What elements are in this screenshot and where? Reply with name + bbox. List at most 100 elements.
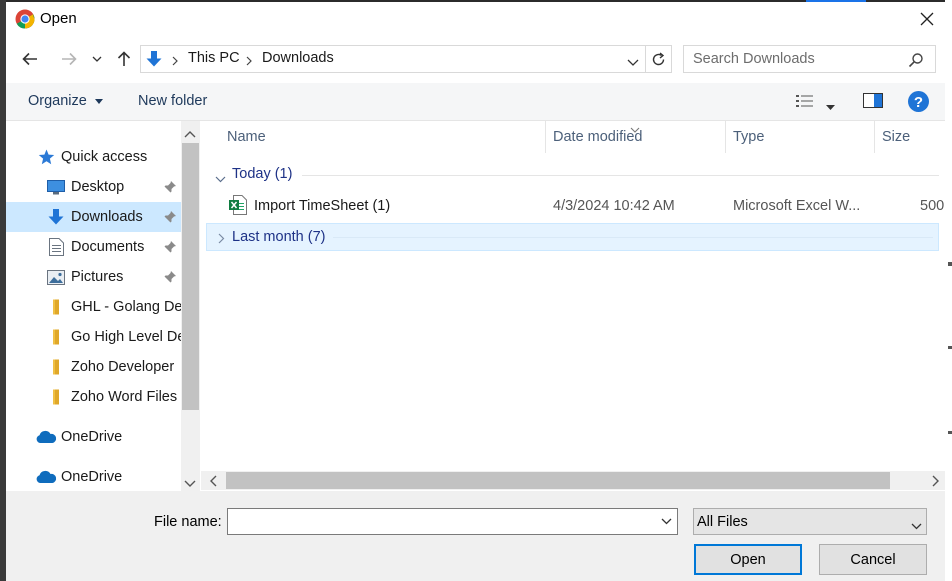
sidebar-item-downloads[interactable]: Downloads xyxy=(6,202,181,232)
column-header-name[interactable]: Name xyxy=(227,129,266,145)
breadcrumb-this-pc[interactable]: This PC xyxy=(188,50,240,66)
pin-icon xyxy=(164,241,176,253)
column-header-date-modified[interactable]: Date modified xyxy=(553,129,642,145)
pictures-icon xyxy=(47,268,65,286)
preview-pane-icon[interactable] xyxy=(863,93,883,108)
breadcrumb-separator-icon xyxy=(246,54,252,70)
organize-label: Organize xyxy=(28,93,87,109)
folder-icon xyxy=(47,298,65,316)
column-divider[interactable] xyxy=(545,121,546,153)
folder-icon xyxy=(47,388,65,406)
title-bar xyxy=(6,2,945,38)
scroll-up-icon[interactable] xyxy=(184,126,196,142)
view-options-dropdown[interactable] xyxy=(826,98,835,114)
chevron-down-icon xyxy=(215,171,226,187)
dialog-footer xyxy=(6,491,945,581)
breadcrumb-downloads[interactable]: Downloads xyxy=(262,50,334,66)
file-size: 500 xyxy=(920,198,945,214)
pin-icon xyxy=(164,271,176,283)
file-type: Microsoft Excel W... xyxy=(733,198,861,214)
sidebar-item-label: OneDrive xyxy=(61,469,123,485)
column-divider[interactable] xyxy=(874,121,875,153)
document-icon xyxy=(47,238,65,256)
cloud-icon xyxy=(35,428,57,446)
scroll-right-icon[interactable] xyxy=(932,475,940,491)
recent-locations-button[interactable] xyxy=(86,46,108,72)
organize-button[interactable]: Organize xyxy=(28,93,103,109)
pin-icon xyxy=(164,181,176,193)
group-header-last-month[interactable]: Last month (7) xyxy=(206,223,939,251)
arrow-up-icon xyxy=(117,51,131,66)
navigation-scrollbar-thumb[interactable] xyxy=(182,143,199,410)
file-name-label: File name: xyxy=(154,514,222,530)
sidebar-item-label: GHL - Golang Dev xyxy=(71,299,181,315)
folder-icon xyxy=(47,358,65,376)
file-name-input[interactable] xyxy=(227,508,678,535)
refresh-button[interactable] xyxy=(646,45,672,73)
help-icon[interactable]: ? xyxy=(908,91,929,112)
sidebar-item-label: Desktop xyxy=(71,179,125,195)
chevron-right-icon xyxy=(218,232,225,248)
dialog-title: Open xyxy=(40,10,77,27)
search-box[interactable]: Search Downloads xyxy=(683,45,936,73)
new-folder-button[interactable]: New folder xyxy=(138,93,207,109)
file-name-dropdown[interactable] xyxy=(655,509,677,534)
excel-icon xyxy=(229,195,247,219)
scroll-left-icon[interactable] xyxy=(209,475,217,491)
column-divider[interactable] xyxy=(725,121,726,153)
sidebar-item-label: Downloads xyxy=(71,209,143,225)
forward-button[interactable] xyxy=(56,46,82,72)
sidebar-item-label: Quick access xyxy=(61,149,148,165)
caret-down-icon xyxy=(94,98,103,104)
group-divider xyxy=(302,175,939,176)
cancel-button[interactable]: Cancel xyxy=(819,544,927,575)
star-icon xyxy=(37,148,55,166)
folder-icon xyxy=(47,328,65,346)
background-window-right xyxy=(945,0,952,581)
sidebar-item-label: Pictures xyxy=(71,269,124,285)
arrow-left-icon xyxy=(22,52,37,66)
back-button[interactable] xyxy=(17,46,43,72)
group-label: Last month (7) xyxy=(232,229,326,245)
group-label: Today (1) xyxy=(232,166,293,182)
sidebar-item-onedrive[interactable]: OneDrive xyxy=(6,422,181,452)
file-date-modified: 4/3/2024 10:42 AM xyxy=(553,198,675,214)
view-details-icon[interactable] xyxy=(795,93,815,109)
search-input[interactable]: Search Downloads xyxy=(693,51,815,67)
address-history-dropdown[interactable] xyxy=(627,55,639,71)
column-header-type[interactable]: Type xyxy=(733,129,764,145)
file-type-filter[interactable]: All Files xyxy=(693,508,927,535)
sidebar-item-folder[interactable]: Zoho Word Files xyxy=(6,382,181,412)
sidebar-item-pictures[interactable]: Pictures xyxy=(6,262,181,292)
sidebar-item-folder[interactable]: GHL - Golang Dev xyxy=(6,292,181,322)
sidebar-item-desktop[interactable]: Desktop xyxy=(6,172,181,202)
refresh-icon xyxy=(652,51,665,65)
scroll-down-icon[interactable] xyxy=(184,476,196,492)
chevron-down-icon xyxy=(911,518,922,534)
sidebar-item-folder[interactable]: Go High Level Dev xyxy=(6,322,181,352)
sidebar-item-quick-access[interactable]: Quick access xyxy=(6,142,181,172)
close-icon xyxy=(920,12,934,26)
sidebar-item-documents[interactable]: Documents xyxy=(6,232,181,262)
file-list-scrollbar-thumb[interactable] xyxy=(226,472,890,489)
sidebar-item-onedrive[interactable]: OneDrive xyxy=(6,462,181,492)
column-header-size[interactable]: Size xyxy=(882,129,910,145)
caret-down-icon xyxy=(826,105,835,110)
download-icon xyxy=(145,50,163,68)
close-button[interactable] xyxy=(910,5,944,33)
address-bar[interactable]: This PC Downloads xyxy=(140,45,646,73)
open-button[interactable]: Open xyxy=(694,544,802,575)
group-header-today[interactable]: Today (1) xyxy=(206,163,945,187)
sidebar-item-folder[interactable]: Zoho Developer xyxy=(6,352,181,382)
download-icon xyxy=(47,208,65,226)
breadcrumb-separator-icon xyxy=(172,54,178,70)
chevron-down-icon xyxy=(661,518,671,525)
group-divider xyxy=(333,237,933,238)
file-name: Import TimeSheet (1) xyxy=(254,198,391,214)
file-type-filter-value: All Files xyxy=(697,514,748,530)
sidebar-item-label: Zoho Word Files xyxy=(71,389,178,405)
up-button[interactable] xyxy=(111,46,137,72)
search-icon[interactable] xyxy=(908,52,924,72)
desktop-icon xyxy=(47,178,65,196)
arrow-right-icon xyxy=(62,52,77,66)
